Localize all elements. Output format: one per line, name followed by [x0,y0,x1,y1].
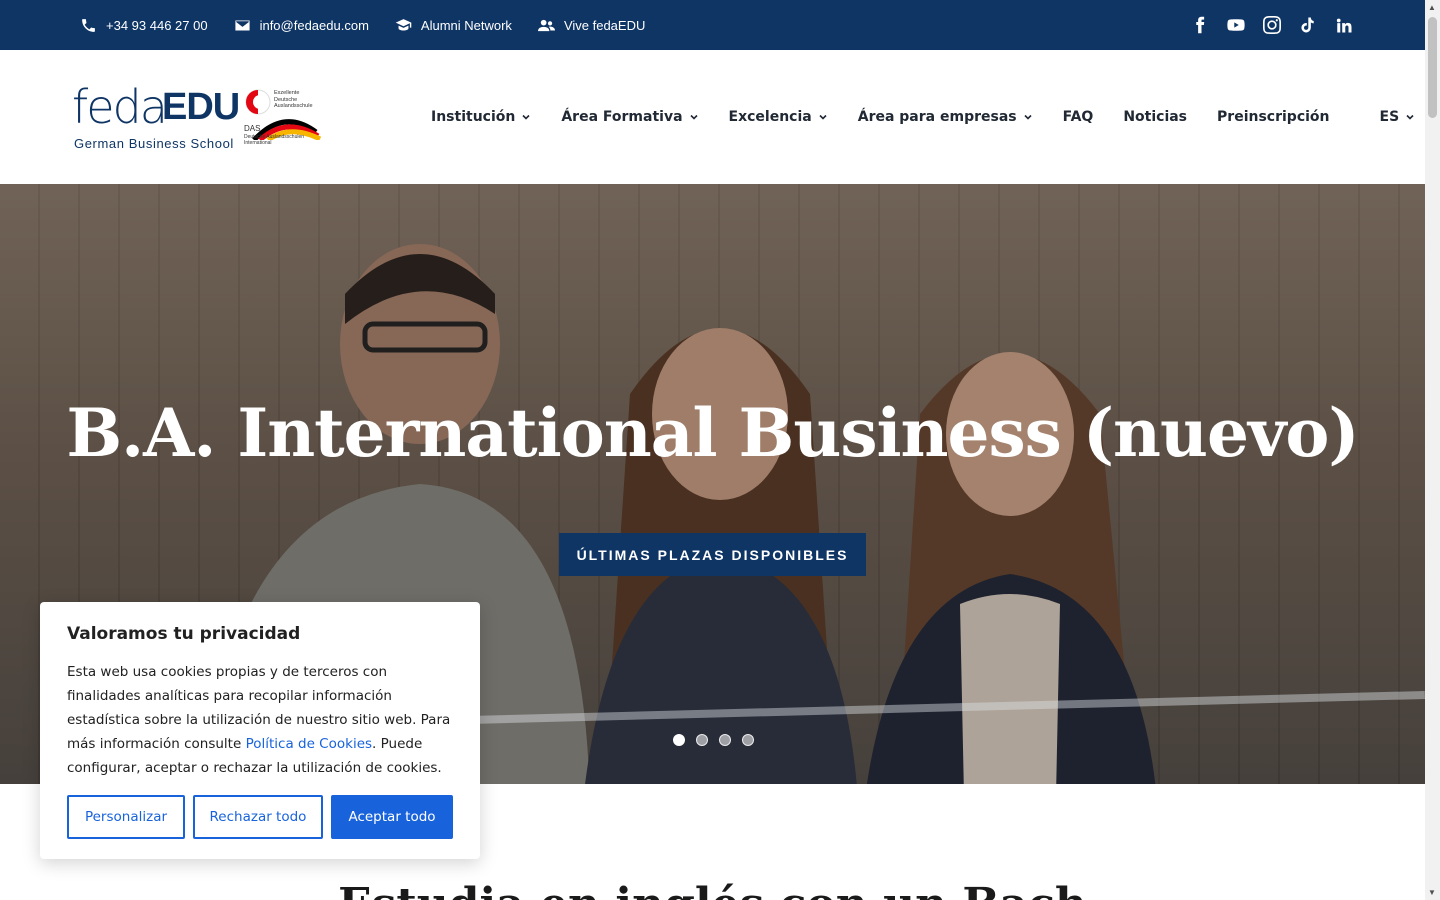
chevron-down-icon [522,114,530,120]
cookie-buttons: Personalizar Rechazar todo Aceptar todo [67,795,453,839]
chevron-down-icon [1406,114,1414,120]
vive-link[interactable]: Vive fedaEDU [537,17,646,34]
badge-das-text: DAS [244,124,261,133]
cookie-consent-banner: Valoramos tu privacidad Esta web usa coo… [40,602,480,859]
phone-link[interactable]: +34 93 446 27 00 [80,17,208,34]
das-badge: Exzellente Deutsche Auslandsschule DAS D… [244,88,322,150]
german-flag-circle-icon [245,89,271,115]
hero-cta-button[interactable]: ÚLTIMAS PLAZAS DISPONIBLES [559,533,866,576]
nav-label: Preinscripción [1217,109,1330,125]
page-scrollbar[interactable]: ▲ ▼ [1425,0,1440,900]
nav-label: Institución [431,109,516,125]
email-link[interactable]: info@fedaedu.com [234,17,369,34]
main-nav: Institución Área Formativa Excelencia Ár… [431,50,1415,184]
site-logo[interactable]: feda EDU German Business School Exzellen… [72,82,322,154]
slider-pagination [673,734,754,746]
nav-item-area-formativa[interactable]: Área Formativa [561,109,698,125]
nav-label: Excelencia [728,109,812,125]
vive-text: Vive fedaEDU [563,17,646,33]
scrollbar-thumb[interactable] [1428,17,1437,118]
scroll-up-arrow-icon[interactable]: ▲ [1428,3,1436,12]
logo-subtitle: German Business School [74,136,234,151]
alumni-text: Alumni Network [420,17,512,33]
cookie-policy-link[interactable]: Política de Cookies [246,736,372,752]
instagram-icon[interactable] [1263,16,1281,34]
nav-item-institucion[interactable]: Institución [431,109,531,125]
cookie-accept-button[interactable]: Aceptar todo [331,795,453,839]
nav-item-excelencia[interactable]: Excelencia [729,109,828,125]
nav-label: Noticias [1123,109,1188,125]
nav-label: Área para empresas [857,109,1017,125]
language-label: ES [1379,109,1400,125]
facebook-icon[interactable] [1191,16,1209,34]
social-links [1191,0,1353,50]
cookie-customize-button[interactable]: Personalizar [67,795,185,839]
users-icon [537,19,555,31]
badge-top-text: Exzellente Deutsche Auslandsschule [274,90,313,109]
top-bar: +34 93 446 27 00 info@fedaedu.com Alumni… [0,0,1425,50]
slider-dot[interactable] [673,734,685,746]
nav-item-area-empresas[interactable]: Área para empresas [858,109,1033,125]
graduation-cap-icon [395,18,412,30]
cookie-text: Esta web usa cookies propias y de tercer… [67,660,453,780]
phone-text: +34 93 446 27 00 [106,17,208,33]
email-text: info@fedaedu.com [259,17,369,33]
slider-dot[interactable] [742,734,754,746]
cookie-title: Valoramos tu privacidad [67,624,301,644]
slider-dot[interactable] [719,734,731,746]
site-header: feda EDU German Business School Exzellen… [0,50,1425,184]
language-selector[interactable]: ES [1380,109,1416,125]
tiktok-icon[interactable] [1299,16,1317,34]
scroll-down-arrow-icon[interactable]: ▼ [1428,888,1436,897]
phone-icon [82,18,95,32]
contact-links: +34 93 446 27 00 info@fedaedu.com Alumni… [80,0,645,50]
envelope-icon [234,20,250,30]
youtube-icon[interactable] [1227,16,1245,34]
cookie-reject-button[interactable]: Rechazar todo [193,795,323,839]
logo-feda: feda [72,80,168,134]
nav-item-noticias[interactable]: Noticias [1123,109,1187,125]
chevron-down-icon [1024,114,1032,120]
nav-label: FAQ [1062,109,1094,125]
hero-title: B.A. International Business (nuevo) [66,394,1359,472]
slider-dot[interactable] [696,734,708,746]
nav-item-faq[interactable]: FAQ [1063,109,1094,125]
chevron-down-icon [689,114,698,120]
nav-item-preinscripcion[interactable]: Preinscripción [1217,109,1329,125]
linkedin-icon[interactable] [1335,16,1353,34]
nav-label: Área Formativa [561,109,683,125]
alumni-link[interactable]: Alumni Network [395,17,512,34]
badge-bottom-text: Deutsche Auslandsschulen International [244,134,305,146]
chevron-down-icon [819,114,827,120]
section-heading: Estudia en inglés con un Bach [0,880,1425,900]
logo-edu: EDU [162,86,240,128]
